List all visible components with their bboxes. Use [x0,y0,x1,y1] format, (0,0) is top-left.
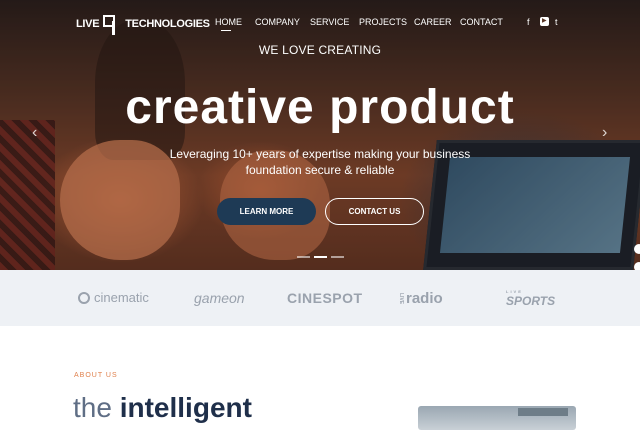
about-eyebrow: ABOUT US [74,372,118,379]
hero-subline-line-2: foundation secure & reliable [245,163,395,177]
client-logo-cinespot: CINESPOT [287,290,363,306]
slider-prev-arrow-icon[interactable]: ‹ [32,124,37,142]
client-logo-sports: LIVE SPORTS [506,289,556,308]
twitter-icon[interactable]: t [555,17,558,27]
slider-dot[interactable] [297,256,310,258]
hero-tagline: WE LOVE CREATING [258,43,382,57]
about-image [418,406,576,430]
slider-next-arrow-icon[interactable]: › [602,124,607,142]
logo-mark-icon [101,13,123,35]
hero-banner [0,0,640,270]
hero-headline: creative product [125,81,515,134]
client-logo-radio: LIVE radio [398,290,443,307]
learn-more-button[interactable]: LEARN MORE [217,198,316,225]
logo-text-left: LIVE [76,18,100,30]
nav-projects[interactable]: PROJECTS [359,17,407,27]
hero-subline: Leveraging 10+ years of expertise making… [0,146,640,178]
hero-subline-line-1: Leveraging 10+ years of expertise making… [169,147,471,161]
film-reel-icon [78,291,90,304]
nav-career[interactable]: CAREER [414,17,452,27]
youtube-icon[interactable]: ▶ [540,17,549,26]
side-indicator-dot[interactable] [634,244,640,254]
client-logo-gameon: gameon [194,290,245,306]
nav-service[interactable]: SERVICE [310,17,349,27]
nav-active-indicator [221,30,231,31]
site-logo[interactable]: LIVE TECHNOLOGIES [76,12,210,36]
nav-home[interactable]: HOME [215,17,242,27]
hero-overlay [0,0,640,270]
nav-contact[interactable]: CONTACT [460,17,503,27]
about-image-detail [518,408,568,416]
nav-company[interactable]: COMPANY [255,17,300,27]
facebook-icon[interactable]: f [527,17,530,27]
slider-dot-active[interactable] [314,256,327,258]
about-title: the intelligent [73,392,252,423]
slider-dot[interactable] [331,256,344,258]
contact-us-button[interactable]: CONTACT US [325,198,424,225]
client-logo-cinematic: cinematic [78,290,149,305]
logo-text-right: TECHNOLOGIES [125,18,210,30]
slider-dots [297,256,344,258]
